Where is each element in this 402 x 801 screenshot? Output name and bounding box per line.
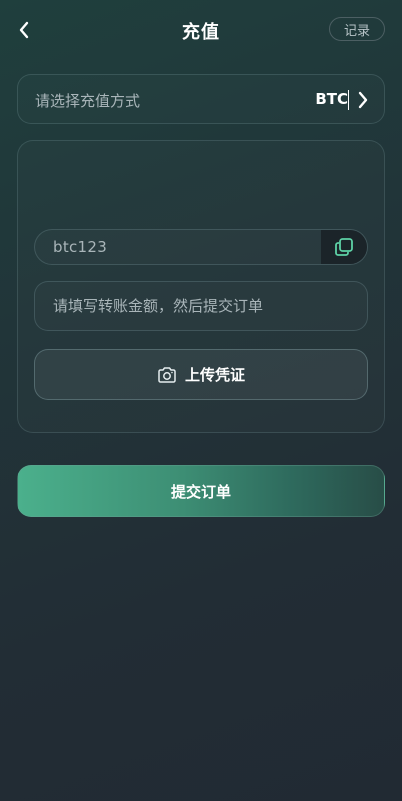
- submit-order-button[interactable]: 提交订单: [17, 465, 385, 517]
- deposit-address-text: btc123: [53, 238, 108, 256]
- deposit-card: btc123 请填写转账金额，然后提交订单 上传凭证: [17, 140, 385, 433]
- recharge-method-label: 请选择充值方式: [35, 92, 141, 110]
- copy-address-button[interactable]: [321, 230, 367, 264]
- record-button[interactable]: 记录: [329, 17, 385, 41]
- recharge-method-value: BTC: [315, 90, 348, 108]
- chevron-right-icon: [358, 91, 368, 109]
- top-bar: 充值 记录: [0, 0, 402, 60]
- copy-icon: [335, 238, 353, 256]
- upload-proof-label: 上传凭证: [184, 366, 245, 384]
- camera-icon: [158, 366, 176, 383]
- text-cursor: [347, 90, 349, 110]
- deposit-address-field: btc123: [34, 229, 368, 265]
- upload-proof-button[interactable]: 上传凭证: [34, 349, 368, 400]
- transfer-amount-input[interactable]: 请填写转账金额，然后提交订单: [34, 281, 368, 331]
- recharge-method-select[interactable]: 请选择充值方式 BTC: [17, 74, 385, 124]
